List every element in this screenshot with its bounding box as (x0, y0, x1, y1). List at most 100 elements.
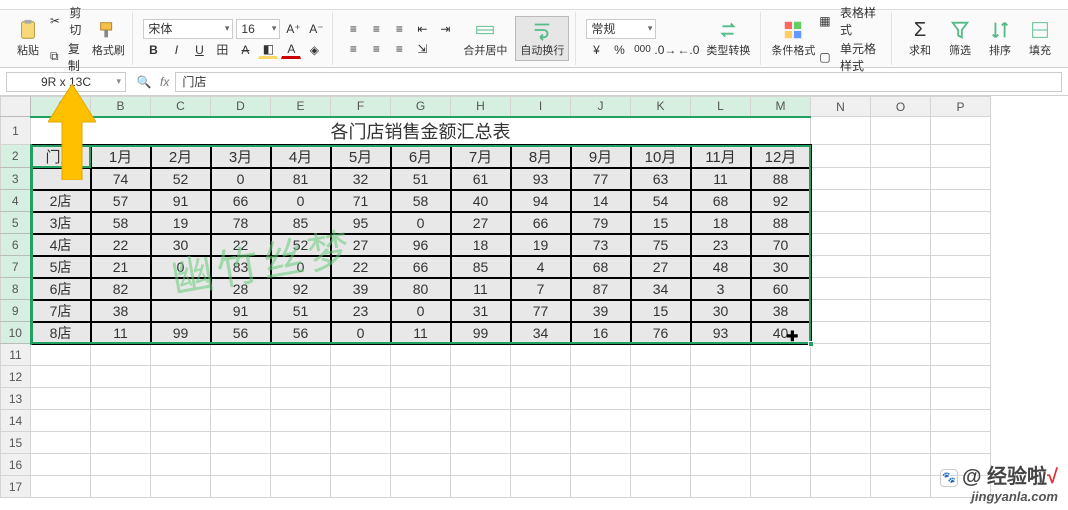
cell-E7[interactable]: 0 (271, 256, 331, 278)
inc-decimal-button[interactable]: .0→ (655, 41, 675, 59)
col-header-P[interactable]: P (931, 97, 991, 117)
cell-G15[interactable] (391, 432, 451, 454)
cell-N2[interactable] (811, 145, 871, 168)
cell-B7[interactable]: 21 (91, 256, 151, 278)
cell-C3[interactable]: 52 (151, 168, 211, 190)
align-center-button[interactable]: ≡ (366, 40, 386, 58)
cell-O17[interactable] (871, 476, 931, 498)
col-header-L[interactable]: L (691, 97, 751, 117)
cell-I7[interactable]: 4 (511, 256, 571, 278)
row-header-13[interactable]: 13 (1, 388, 31, 410)
cell-O7[interactable] (871, 256, 931, 278)
cell-M2[interactable]: 12月 (751, 145, 811, 168)
border-button[interactable]: 田 (212, 41, 232, 59)
cell-G2[interactable]: 6月 (391, 145, 451, 168)
cell-J3[interactable]: 77 (571, 168, 631, 190)
cell-M16[interactable] (751, 454, 811, 476)
cell-C14[interactable] (151, 410, 211, 432)
cell-I2[interactable]: 8月 (511, 145, 571, 168)
cell-B3[interactable]: 74 (91, 168, 151, 190)
cell-C2[interactable]: 2月 (151, 145, 211, 168)
cell-A8[interactable]: 6店 (31, 278, 91, 300)
cell-O5[interactable] (871, 212, 931, 234)
cell-M5[interactable]: 88 (751, 212, 811, 234)
cell-C7[interactable]: 0 (151, 256, 211, 278)
cell-M7[interactable]: 30 (751, 256, 811, 278)
cell-G4[interactable]: 58 (391, 190, 451, 212)
cell-E15[interactable] (271, 432, 331, 454)
cell-J16[interactable] (571, 454, 631, 476)
cell-N13[interactable] (811, 388, 871, 410)
underline-button[interactable]: U (189, 41, 209, 59)
cell-O13[interactable] (871, 388, 931, 410)
cell-F15[interactable] (331, 432, 391, 454)
cell-I13[interactable] (511, 388, 571, 410)
cell-E14[interactable] (271, 410, 331, 432)
cell-M8[interactable]: 60 (751, 278, 811, 300)
cell-K14[interactable] (631, 410, 691, 432)
cell-F3[interactable]: 32 (331, 168, 391, 190)
cell-A7[interactable]: 5店 (31, 256, 91, 278)
cell-C8[interactable] (151, 278, 211, 300)
col-header-K[interactable]: K (631, 97, 691, 117)
cell-F9[interactable]: 23 (331, 300, 391, 322)
col-header-C[interactable]: C (151, 97, 211, 117)
cell[interactable] (811, 117, 871, 145)
cell-I8[interactable]: 7 (511, 278, 571, 300)
cell-F16[interactable] (331, 454, 391, 476)
cell-P6[interactable] (931, 234, 991, 256)
cell[interactable] (871, 117, 931, 145)
cell-A15[interactable] (31, 432, 91, 454)
cell-P12[interactable] (931, 366, 991, 388)
cell-D7[interactable]: 83 (211, 256, 271, 278)
cell-H9[interactable]: 31 (451, 300, 511, 322)
cell-A5[interactable]: 3店 (31, 212, 91, 234)
cell-G14[interactable] (391, 410, 451, 432)
cell-C4[interactable]: 91 (151, 190, 211, 212)
cell-C10[interactable]: 99 (151, 322, 211, 344)
cell-E16[interactable] (271, 454, 331, 476)
cell-E10[interactable]: 56 (271, 322, 331, 344)
col-header-E[interactable]: E (271, 97, 331, 117)
cell-N14[interactable] (811, 410, 871, 432)
cell-P9[interactable] (931, 300, 991, 322)
row-header-5[interactable]: 5 (1, 212, 31, 234)
cell-D10[interactable]: 56 (211, 322, 271, 344)
cell-K8[interactable]: 34 (631, 278, 691, 300)
cell-O2[interactable] (871, 145, 931, 168)
cell-M15[interactable] (751, 432, 811, 454)
cell-N10[interactable] (811, 322, 871, 344)
cell-N8[interactable] (811, 278, 871, 300)
cell-E5[interactable]: 85 (271, 212, 331, 234)
cell-B9[interactable]: 38 (91, 300, 151, 322)
cell-L13[interactable] (691, 388, 751, 410)
merge-center-button[interactable]: 合并居中 (459, 17, 511, 60)
cell-H15[interactable] (451, 432, 511, 454)
phonetic-button[interactable]: ◈ (304, 41, 324, 59)
indent-inc-button[interactable]: ⇥ (435, 20, 455, 38)
cell-H4[interactable]: 40 (451, 190, 511, 212)
cell-E12[interactable] (271, 366, 331, 388)
cell-G10[interactable]: 11 (391, 322, 451, 344)
cell-M11[interactable] (751, 344, 811, 366)
cell-B13[interactable] (91, 388, 151, 410)
cell-A4[interactable]: 2店 (31, 190, 91, 212)
cut-button[interactable]: ✂ 剪切 (50, 4, 86, 38)
cell-K10[interactable]: 76 (631, 322, 691, 344)
cell-D11[interactable] (211, 344, 271, 366)
cell-N3[interactable] (811, 168, 871, 190)
cell-C6[interactable]: 30 (151, 234, 211, 256)
cell-H8[interactable]: 11 (451, 278, 511, 300)
cell-J12[interactable] (571, 366, 631, 388)
cell-L4[interactable]: 68 (691, 190, 751, 212)
cell-F14[interactable] (331, 410, 391, 432)
cell-C9[interactable] (151, 300, 211, 322)
col-header-F[interactable]: F (331, 97, 391, 117)
cell-M3[interactable]: 88 (751, 168, 811, 190)
italic-button[interactable]: I (166, 41, 186, 59)
cell-D4[interactable]: 66 (211, 190, 271, 212)
cell-H7[interactable]: 85 (451, 256, 511, 278)
cell-P8[interactable] (931, 278, 991, 300)
cell-H6[interactable]: 18 (451, 234, 511, 256)
strike-button[interactable]: A (235, 41, 255, 59)
